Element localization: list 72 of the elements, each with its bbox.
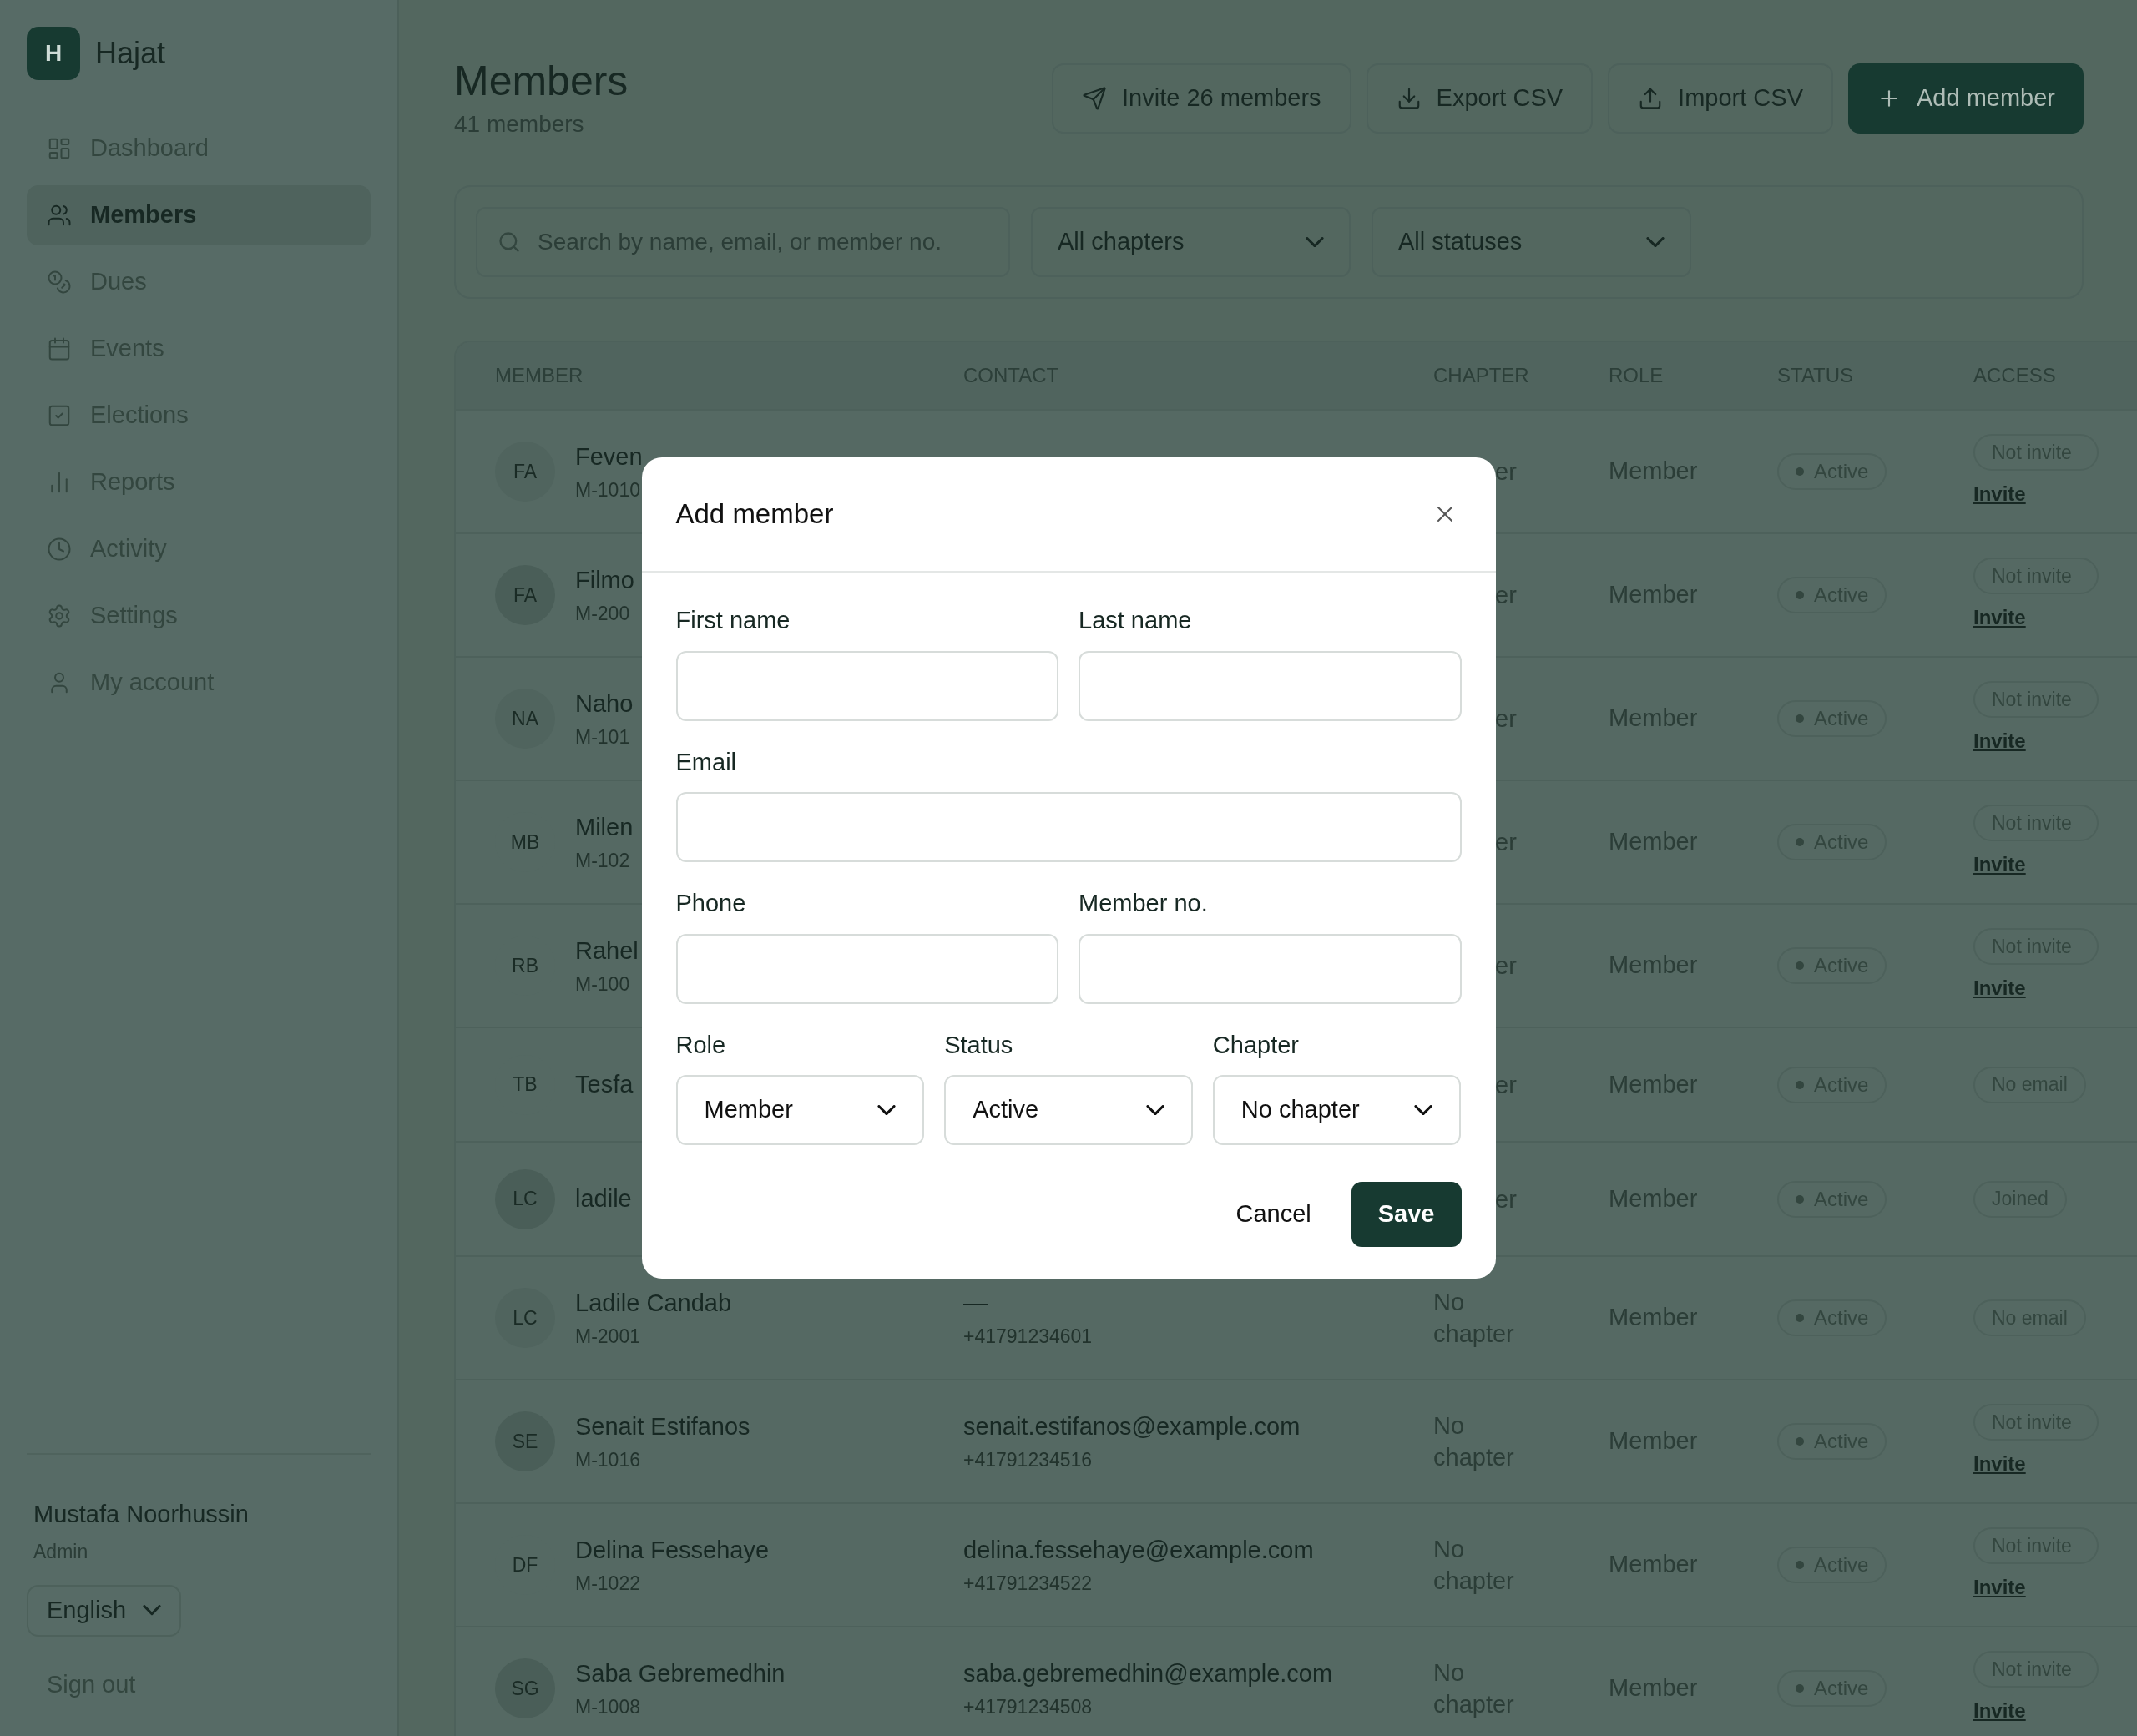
chevron-down-icon (877, 1104, 897, 1116)
dashboard-icon (47, 136, 72, 161)
dialog-title: Add member (675, 497, 834, 532)
member-name: Filmo (575, 566, 634, 595)
app-name: Hajat (95, 35, 166, 72)
chevron-down-icon (1646, 236, 1665, 248)
invite-link[interactable]: Invite (1973, 603, 2026, 633)
coins-icon (47, 270, 72, 295)
contact-email: saba.gebremedhin@example.com (963, 1659, 1334, 1688)
member-name: Feven (575, 442, 643, 472)
field-label: Email (675, 747, 737, 777)
member-name: Senait Estifanos (575, 1412, 750, 1441)
invite-link[interactable]: Invite (1973, 1449, 2026, 1479)
invite-link[interactable]: Invite (1973, 850, 2026, 880)
avatar: FA (495, 442, 555, 502)
send-icon (1082, 86, 1108, 111)
member-name: Tesfa (575, 1069, 634, 1099)
toolbar-button[interactable]: Invite 26 members (1052, 63, 1351, 134)
toolbar-button[interactable]: Export CSV (1366, 63, 1594, 134)
toolbar-button[interactable]: Add member (1848, 63, 2084, 134)
field-label: Role (675, 1030, 727, 1060)
contact-email: delina.fessehaye@example.com (963, 1536, 1315, 1565)
avatar: LC (495, 1288, 555, 1348)
chevron-down-icon (143, 1605, 162, 1616)
member-name: Saba Gebremedhin (575, 1659, 786, 1688)
member-name: Delina Fessehaye (575, 1536, 770, 1565)
field-label: Chapter (1212, 1030, 1300, 1060)
field-label: Status (944, 1030, 1014, 1060)
invite-link[interactable]: Invite (1973, 1696, 2026, 1726)
contact-email: — (963, 1289, 988, 1318)
member-name: Naho (575, 689, 634, 719)
clock-icon (47, 537, 72, 562)
field-label: Member no. (1079, 889, 1209, 918)
member-name: Rahel (575, 936, 639, 966)
text-field[interactable] (675, 933, 1058, 1004)
cancel-button[interactable]: Cancel (1235, 1196, 1311, 1233)
filter-select[interactable]: All statuses (1372, 207, 1691, 277)
member-name: ladile (575, 1183, 632, 1214)
user-name: Mustafa Noorhussin (33, 1499, 250, 1529)
chevron-down-icon (1306, 236, 1324, 248)
people-icon (47, 203, 72, 228)
search-icon (498, 230, 521, 254)
text-field[interactable] (675, 792, 1462, 862)
member-name: Milen (575, 813, 634, 842)
field-label: Last name (1079, 606, 1193, 635)
field-label: Phone (675, 889, 747, 918)
contact-email: senait.estifanos@example.com (963, 1412, 1301, 1441)
avatar: NA (495, 689, 555, 749)
text-field[interactable] (675, 650, 1058, 721)
sidebar-item[interactable]: Members (27, 185, 371, 245)
select-field[interactable]: Active (944, 1075, 1193, 1145)
logo-badge: H (27, 27, 80, 80)
member-name: Ladile Candab (575, 1289, 732, 1318)
invite-link[interactable]: Invite (1973, 726, 2026, 756)
language-select[interactable]: English (27, 1584, 182, 1637)
select-field[interactable]: No chapter (1212, 1075, 1462, 1145)
invite-link[interactable]: Invite (1973, 1572, 2026, 1602)
toolbar-button[interactable]: Import CSV (1608, 63, 1833, 134)
text-field[interactable] (1079, 933, 1462, 1004)
field-label: First name (675, 606, 791, 635)
save-button[interactable]: Save (1351, 1182, 1462, 1247)
calendar-icon (47, 336, 72, 361)
select-field[interactable]: Member (675, 1075, 925, 1145)
chevron-down-icon (1414, 1104, 1433, 1116)
filter-select[interactable]: All chapters (1031, 207, 1351, 277)
invite-link[interactable]: Invite (1973, 479, 2026, 509)
invite-link[interactable]: Invite (1973, 973, 2026, 1003)
settings-icon (47, 603, 72, 628)
page-title: Members (454, 57, 629, 105)
chevron-down-icon (1145, 1104, 1164, 1116)
checkbox-icon (47, 403, 72, 428)
text-field[interactable] (1079, 650, 1462, 721)
